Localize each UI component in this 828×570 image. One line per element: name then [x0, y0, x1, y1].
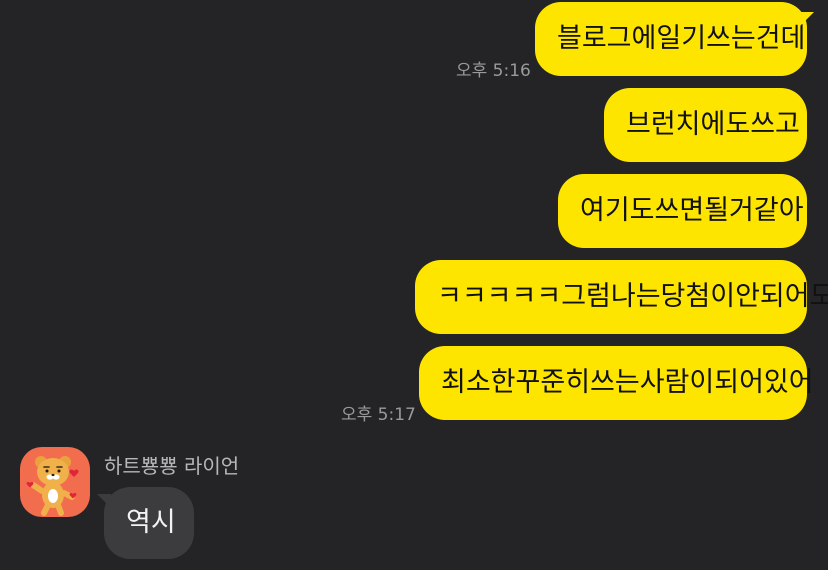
sent-message-bubble[interactable]: 여기도쓰면될거같아 — [558, 174, 807, 248]
ryan-heart-character-icon — [26, 456, 79, 516]
sent-message-bubble[interactable]: 브런치에도쓰고 — [604, 88, 807, 162]
chat-room: 블로그에일기쓰는건데 오후 5:16 브런치에도쓰고 여기도쓰면될거같아 ㅋㅋㅋ… — [0, 0, 828, 570]
message-timestamp: 오후 5:16 — [456, 61, 531, 81]
message-timestamp: 오후 5:17 — [341, 405, 416, 425]
sent-message-bubble[interactable]: 블로그에일기쓰는건데 — [535, 2, 807, 76]
sent-message-bubble[interactable]: ㅋㅋㅋㅋㅋ그럼나는당첨이안되어도 — [415, 260, 828, 334]
sender-name: 하트뿅뿅 라이언 — [104, 454, 240, 478]
sender-avatar[interactable] — [20, 447, 90, 517]
sent-message-bubble[interactable]: 최소한꾸준히쓰는사람이되어있어 — [419, 346, 814, 420]
bubble-tail — [800, 12, 814, 26]
received-message-bubble[interactable]: 역시 — [104, 487, 194, 559]
